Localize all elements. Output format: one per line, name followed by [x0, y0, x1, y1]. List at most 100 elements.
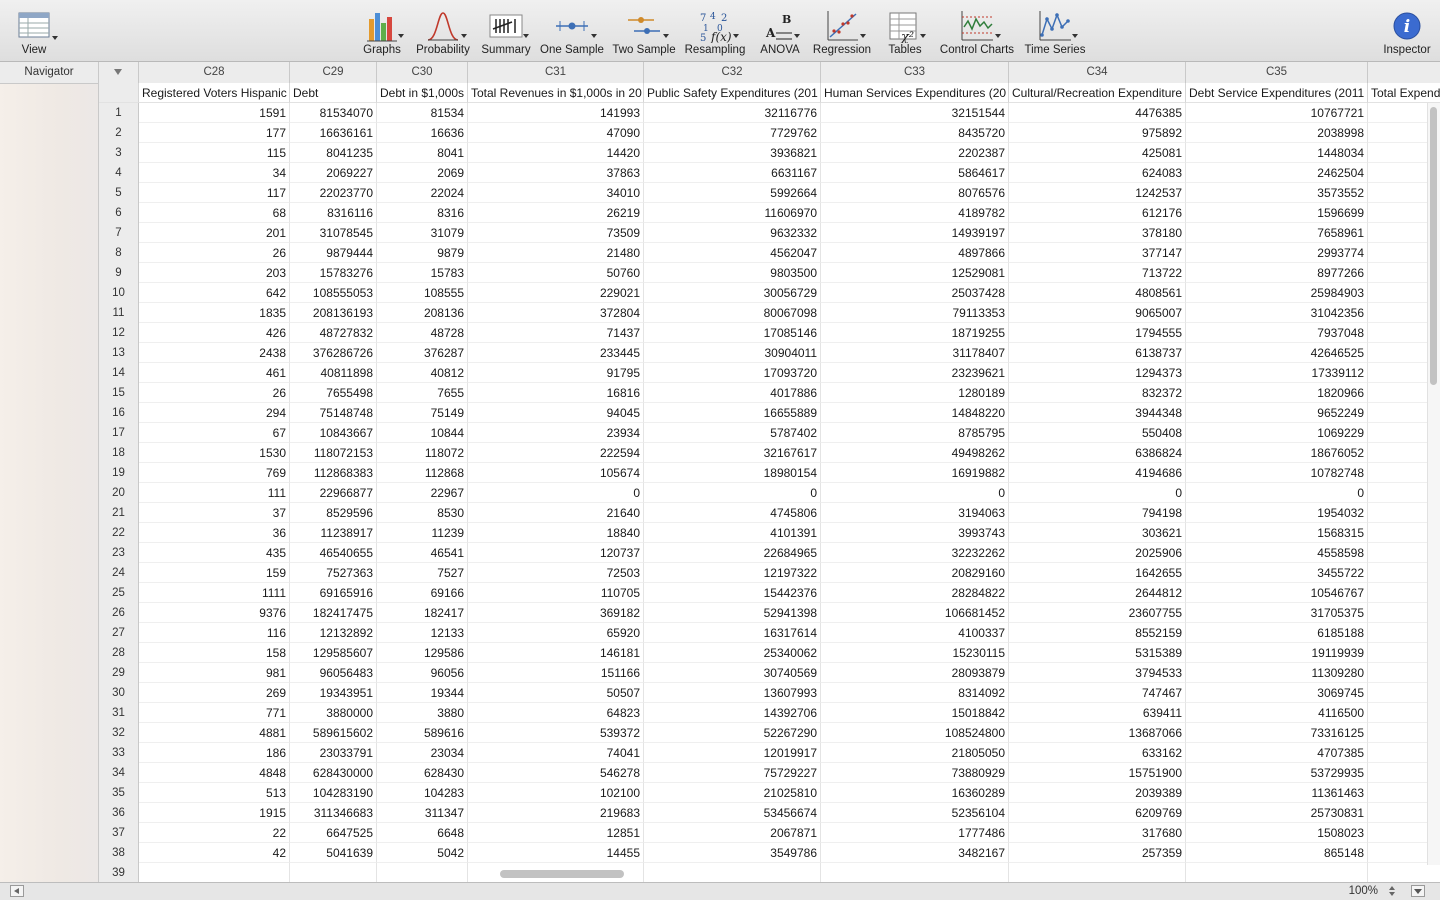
data-cell[interactable]: 120737	[468, 543, 644, 563]
data-cell[interactable]: 34010	[468, 183, 644, 203]
data-cell[interactable]: 10546767	[1186, 583, 1368, 603]
data-cell[interactable]: 26	[139, 243, 290, 263]
data-cell[interactable]: 546278	[468, 763, 644, 783]
data-cell[interactable]: 23607755	[1009, 603, 1186, 623]
data-cell[interactable]: 94045	[468, 403, 644, 423]
row-number[interactable]: 25	[99, 583, 139, 603]
data-cell[interactable]: 23034	[377, 743, 468, 763]
row-number[interactable]: 35	[99, 783, 139, 803]
data-cell[interactable]: 9879	[377, 243, 468, 263]
data-cell[interactable]: 104283190	[290, 783, 377, 803]
data-cell[interactable]: 79113353	[821, 303, 1009, 323]
data-cell[interactable]: 2069227	[290, 163, 377, 183]
data-cell[interactable]: 22966877	[290, 483, 377, 503]
data-cell[interactable]: 981	[139, 663, 290, 683]
data-cell[interactable]: 111	[139, 483, 290, 503]
data-cell[interactable]: 49498262	[821, 443, 1009, 463]
data-cell[interactable]: 72503	[468, 563, 644, 583]
data-cell[interactable]: 0	[468, 483, 644, 503]
data-cell[interactable]: 16655889	[644, 403, 821, 423]
data-cell[interactable]: 108524800	[821, 723, 1009, 743]
zoom-stepper-icon[interactable]	[1388, 885, 1396, 897]
data-cell[interactable]: 32232262	[821, 543, 1009, 563]
data-cell[interactable]: 0	[644, 483, 821, 503]
data-cell[interactable]: 6648	[377, 823, 468, 843]
data-cell[interactable]: 589615602	[290, 723, 377, 743]
data-cell[interactable]: 110705	[468, 583, 644, 603]
data-cell[interactable]: 2462504	[1186, 163, 1368, 183]
row-number[interactable]: 4	[99, 163, 139, 183]
data-cell[interactable]: 1915	[139, 803, 290, 823]
data-cell[interactable]: 53729935	[1186, 763, 1368, 783]
data-cell[interactable]: 25037428	[821, 283, 1009, 303]
data-cell[interactable]: 32116776	[644, 103, 821, 123]
row-number[interactable]: 27	[99, 623, 139, 643]
data-cell[interactable]: 81534	[377, 103, 468, 123]
data-cell[interactable]: 112868383	[290, 463, 377, 483]
data-cell[interactable]: 159	[139, 563, 290, 583]
data-cell[interactable]: 31078545	[290, 223, 377, 243]
data-cell[interactable]: 3944348	[1009, 403, 1186, 423]
data-cell[interactable]: 1596699	[1186, 203, 1368, 223]
data-cell[interactable]: 16360289	[821, 783, 1009, 803]
data-cell[interactable]: 11309280	[1186, 663, 1368, 683]
data-cell[interactable]: 108555053	[290, 283, 377, 303]
data-cell[interactable]: 208136	[377, 303, 468, 323]
data-cell[interactable]: 311346683	[290, 803, 377, 823]
data-cell[interactable]: 47090	[468, 123, 644, 143]
data-cell[interactable]: 222594	[468, 443, 644, 463]
data-cell[interactable]: 73316125	[1186, 723, 1368, 743]
data-cell[interactable]: 513	[139, 783, 290, 803]
data-cell[interactable]: 589616	[377, 723, 468, 743]
column-name-cell[interactable]: Debt in $1,000s	[377, 83, 468, 103]
data-cell[interactable]: 18980154	[644, 463, 821, 483]
data-cell[interactable]: 2039389	[1009, 783, 1186, 803]
data-cell[interactable]	[377, 863, 468, 882]
data-cell[interactable]: 628430000	[290, 763, 377, 783]
data-cell[interactable]: 7658961	[1186, 223, 1368, 243]
data-cell[interactable]: 46540655	[290, 543, 377, 563]
collapse-navigator-button[interactable]	[10, 885, 24, 897]
data-cell[interactable]: 23239621	[821, 363, 1009, 383]
data-cell[interactable]: 30056729	[644, 283, 821, 303]
data-cell[interactable]: 31042356	[1186, 303, 1368, 323]
data-cell[interactable]: 52941398	[644, 603, 821, 623]
data-cell[interactable]: 105674	[468, 463, 644, 483]
data-cell[interactable]: 3573552	[1186, 183, 1368, 203]
data-cell[interactable]: 713722	[1009, 263, 1186, 283]
data-cell[interactable]: 7527363	[290, 563, 377, 583]
row-number[interactable]: 38	[99, 843, 139, 863]
row-number[interactable]: 22	[99, 523, 139, 543]
data-cell[interactable]: 14939197	[821, 223, 1009, 243]
data-cell[interactable]: 832372	[1009, 383, 1186, 403]
data-cell[interactable]: 8041235	[290, 143, 377, 163]
data-cell[interactable]: 6138737	[1009, 343, 1186, 363]
data-cell[interactable]: 14392706	[644, 703, 821, 723]
row-number[interactable]: 39	[99, 863, 139, 882]
data-cell[interactable]: 8314092	[821, 683, 1009, 703]
data-cell[interactable]: 177	[139, 123, 290, 143]
data-cell[interactable]: 8076576	[821, 183, 1009, 203]
data-cell[interactable]: 4116500	[1186, 703, 1368, 723]
data-cell[interactable]: 116	[139, 623, 290, 643]
column-name-cell[interactable]: Total Expend	[1368, 83, 1440, 103]
data-cell[interactable]: 3936821	[644, 143, 821, 163]
data-cell[interactable]: 208136193	[290, 303, 377, 323]
data-cell[interactable]: 34	[139, 163, 290, 183]
data-cell[interactable]: 118072153	[290, 443, 377, 463]
data-cell[interactable]: 303621	[1009, 523, 1186, 543]
data-cell[interactable]: 40812	[377, 363, 468, 383]
data-cell[interactable]: 1294373	[1009, 363, 1186, 383]
data-cell[interactable]: 219683	[468, 803, 644, 823]
row-number[interactable]: 14	[99, 363, 139, 383]
zoom-menu-button[interactable]	[1411, 885, 1425, 897]
row-number[interactable]: 15	[99, 383, 139, 403]
data-cell[interactable]	[1009, 863, 1186, 882]
data-cell[interactable]: 31178407	[821, 343, 1009, 363]
data-cell[interactable]: 9065007	[1009, 303, 1186, 323]
data-cell[interactable]: 539372	[468, 723, 644, 743]
data-cell[interactable]: 4848	[139, 763, 290, 783]
data-cell[interactable]: 372804	[468, 303, 644, 323]
data-cell[interactable]: 182417475	[290, 603, 377, 623]
row-number[interactable]: 9	[99, 263, 139, 283]
